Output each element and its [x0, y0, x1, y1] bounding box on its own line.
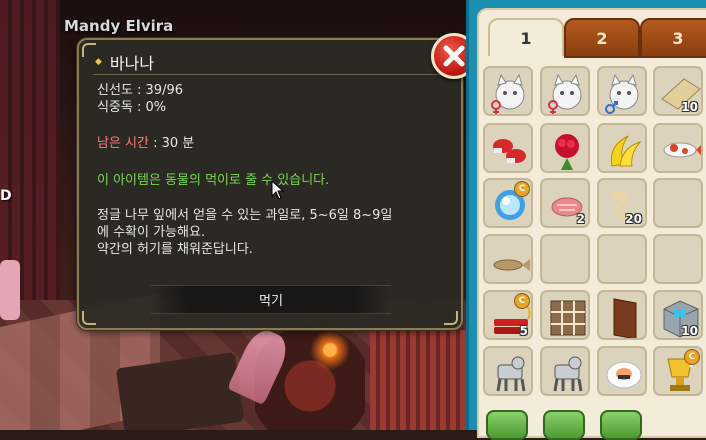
wooden-shelf-icon — [550, 300, 586, 336]
inventory-slot[interactable]: 5C — [483, 290, 533, 340]
inventory-tab-1[interactable]: 1 — [488, 18, 564, 56]
food-poison-stat: 식중독 : 0% — [97, 100, 167, 115]
rotate-button[interactable] — [600, 410, 642, 440]
diamond-bullet-icon: ◆ — [95, 57, 102, 67]
red-rose-bouquet-icon — [555, 134, 579, 170]
inventory-slot-empty[interactable] — [653, 234, 703, 284]
remaining-time-value: : 30 분 — [153, 136, 195, 151]
female-white-cat-icon — [491, 73, 525, 114]
inventory-slot[interactable]: 10 — [653, 290, 703, 340]
inventory-slot[interactable] — [653, 123, 703, 173]
inventory-slot[interactable]: 20 — [597, 178, 647, 228]
cash-item-badge: C — [684, 349, 700, 365]
female-white-cat-icon — [548, 73, 582, 114]
small-fish-icon — [493, 259, 530, 271]
world-wall — [0, 0, 60, 300]
inventory-slot[interactable] — [540, 290, 590, 340]
world-stripe-wall — [370, 330, 470, 430]
inventory-slot[interactable] — [540, 346, 590, 396]
title-divider — [93, 74, 447, 75]
inventory-slot[interactable] — [483, 66, 533, 116]
inventory-slot[interactable] — [540, 66, 590, 116]
item-description-line: 약간의 허기를 채워준답니다. — [97, 242, 253, 257]
sushi-plate-icon — [606, 361, 642, 389]
inventory-slot-empty[interactable] — [540, 234, 590, 284]
cash-item-badge: C — [514, 293, 530, 309]
player-name-label: Mandy Elvira — [64, 17, 174, 35]
remaining-time-row: 남은 시간 : 30 분 — [97, 135, 194, 152]
item-quantity: 20 — [625, 212, 642, 226]
tooltip-corner-ornament — [82, 43, 96, 57]
inventory-tab-2[interactable]: 2 — [564, 18, 640, 58]
torch-glow — [310, 330, 350, 370]
male-white-cat-icon — [605, 73, 639, 114]
item-name: 바나나 — [109, 54, 155, 73]
inventory-slot[interactable] — [597, 290, 647, 340]
item-quantity: 10 — [681, 324, 698, 338]
offscreen-name-fragment: D — [0, 188, 12, 204]
wooden-door-icon — [613, 298, 637, 338]
pink-creature — [0, 260, 20, 320]
refresh-button[interactable] — [486, 410, 528, 440]
item-quantity: 5 — [519, 324, 528, 338]
item-quantity: 10 — [681, 100, 698, 114]
item-tooltip: ◆ 바나나 신선도 : 39/96 식중독 : 0% 남은 시간 : 30 분 … — [77, 38, 463, 330]
inventory-slot[interactable]: 10 — [653, 66, 703, 116]
inventory-slot[interactable] — [597, 346, 647, 396]
inventory-slot[interactable] — [483, 234, 533, 284]
inventory-slot[interactable] — [597, 66, 647, 116]
inventory-slot[interactable]: C — [483, 178, 533, 228]
close-icon — [443, 45, 465, 67]
robot-dog-icon — [496, 356, 526, 392]
inventory-slot[interactable] — [483, 346, 533, 396]
eat-button[interactable]: 먹기 — [151, 285, 391, 314]
tooltip-title-row: ◆ 바나나 — [95, 50, 154, 74]
remaining-time-label: 남은 시간 — [97, 136, 149, 151]
inventory-slot[interactable] — [483, 123, 533, 173]
item-description-line: 에 수확이 가능해요. — [97, 225, 206, 240]
inventory-slot-empty[interactable] — [597, 234, 647, 284]
animal-food-note: 이 아이템은 동물의 먹이로 줄 수 있습니다. — [97, 173, 330, 188]
mouse-cursor-icon — [271, 180, 285, 200]
robot-dog-icon — [553, 356, 583, 392]
tooltip-corner-ornament — [82, 311, 96, 325]
inventory-slot-empty[interactable] — [653, 178, 703, 228]
inventory-slot[interactable]: 2 — [540, 178, 590, 228]
freshness-stat: 신선도 : 39/96 — [97, 83, 183, 98]
red-boxing-gloves-icon — [493, 139, 526, 163]
inventory-slot[interactable] — [597, 123, 647, 173]
inventory-slot[interactable]: C — [653, 346, 703, 396]
banana-icon — [610, 135, 642, 167]
book-button[interactable] — [543, 410, 585, 440]
item-description-line: 정글 나무 잎에서 얻을 수 있는 과일로, 5~6일 8~9일 — [97, 208, 393, 223]
cash-item-badge: C — [514, 181, 530, 197]
item-quantity: 2 — [576, 212, 585, 226]
koi-fish-icon — [663, 142, 701, 158]
tooltip-corner-ornament — [444, 311, 458, 325]
inventory-tab-3[interactable]: 3 — [640, 18, 706, 58]
inventory-slot[interactable] — [540, 123, 590, 173]
